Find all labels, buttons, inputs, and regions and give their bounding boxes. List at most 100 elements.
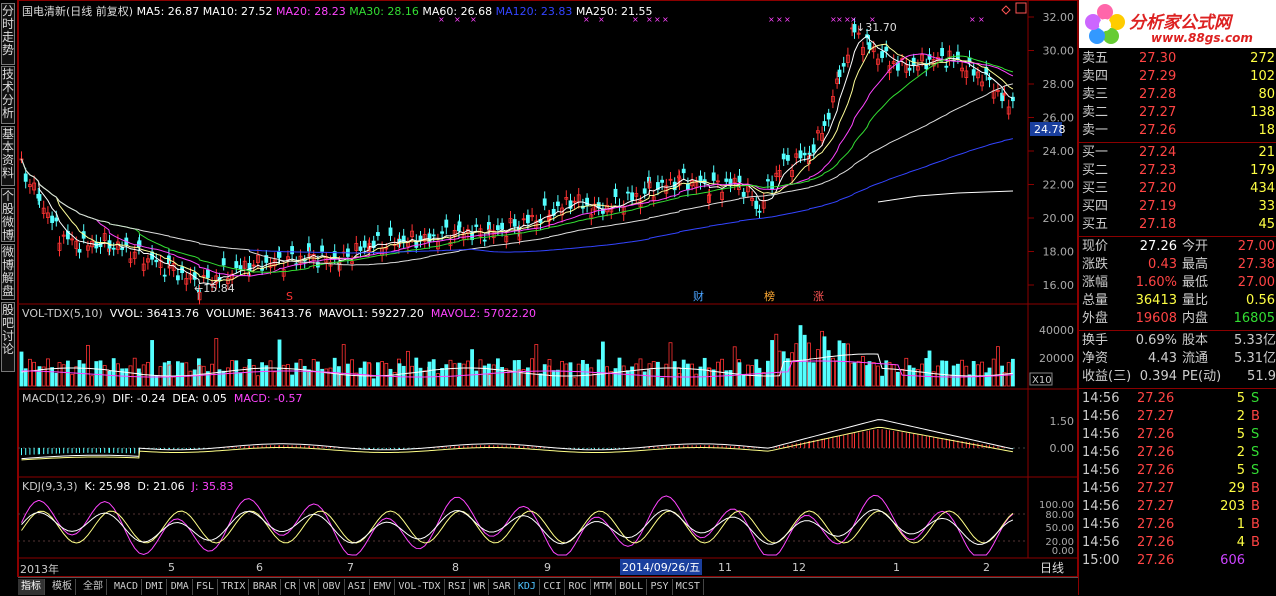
- candle-body: [867, 42, 872, 50]
- indicator-tab-vol-tdx[interactable]: VOL-TDX: [395, 579, 445, 595]
- volume-bar: [255, 375, 260, 387]
- volume-bar: [754, 359, 759, 387]
- side-tab-1[interactable]: 技术分析: [1, 66, 15, 124]
- buy-row: 买三 27.20 434: [1079, 180, 1276, 198]
- event-x-marker: ×: [776, 15, 783, 24]
- volume-bar: [656, 361, 660, 387]
- candle-body: [154, 259, 159, 263]
- volume-bar: [478, 359, 483, 387]
- buy-volume: 33: [1258, 199, 1275, 214]
- volume-bar: [32, 361, 37, 387]
- side-tab-5[interactable]: 股吧讨论: [1, 302, 15, 372]
- indicator-tab-dmi[interactable]: DMI: [142, 579, 168, 595]
- quote-value: 36413: [1135, 293, 1177, 308]
- indicator-tab-cr[interactable]: CR: [281, 579, 301, 595]
- volume-bar: [171, 376, 176, 387]
- stock-title: 国电清新(日线 前复权): [22, 5, 134, 18]
- volume-header: VOL-TDX(5,10) VVOL: 36413.76 VOLUME: 36413…: [22, 307, 543, 320]
- volume-bar: [807, 362, 812, 387]
- volume-bar: [141, 364, 146, 387]
- indicator-tab-emv[interactable]: EMV: [370, 579, 396, 595]
- volume-bar: [976, 364, 980, 387]
- volume-bar: [285, 364, 290, 387]
- indicator-tab-fsl[interactable]: FSL: [193, 579, 219, 595]
- tick-row: 14:56 27.26 1 B: [1079, 516, 1276, 534]
- side-tab-0[interactable]: 分时走势: [1, 3, 15, 65]
- macd-header-item: DEA: 0.05: [172, 392, 227, 405]
- sell-volume: 272: [1250, 51, 1275, 66]
- indicator-tab-mtm[interactable]: MTM: [591, 579, 616, 595]
- volume-bar: [298, 359, 303, 387]
- side-tab-2[interactable]: 基本资料: [1, 126, 15, 186]
- volume-bar: [556, 369, 560, 387]
- tick-price: 27.27: [1137, 481, 1175, 496]
- indicator-tab-rsi[interactable]: RSI: [445, 579, 471, 595]
- kdj-axis-label: 0.00: [1052, 546, 1074, 557]
- tick-volume: 5: [1236, 391, 1245, 406]
- indicator-tab-模板[interactable]: 模板: [49, 579, 76, 595]
- candle-body: [907, 67, 912, 71]
- vol-header-item: VOLUME: 36413.76: [206, 307, 312, 320]
- candle-body: [741, 191, 746, 197]
- candle-body: [418, 235, 423, 241]
- indicator-tab-wr[interactable]: WR: [470, 579, 490, 595]
- indicator-tab-sar[interactable]: SAR: [490, 579, 515, 595]
- event-x-marker: ×: [850, 15, 857, 24]
- indicator-tab-roc[interactable]: ROC: [566, 579, 591, 595]
- candle-body: [613, 188, 618, 197]
- stat-label: 股本: [1182, 333, 1209, 348]
- side-tab-3[interactable]: 个股微博: [1, 188, 15, 242]
- buy-label: 买二: [1082, 163, 1109, 178]
- indicator-tab-trix[interactable]: TRIX: [218, 579, 250, 595]
- side-tab-4[interactable]: 微博解盘: [1, 244, 15, 300]
- candle-body: [757, 210, 762, 213]
- volume-bar: [452, 363, 457, 387]
- ma-value-4: MA60: 26.68: [418, 5, 493, 18]
- volume-bar: [672, 361, 677, 387]
- buy-price: 27.24: [1139, 145, 1177, 160]
- indicator-tab-cci[interactable]: CCI: [540, 579, 566, 595]
- indicator-tab-mcst[interactable]: MCST: [673, 579, 704, 595]
- indicator-tab-obv[interactable]: OBV: [320, 579, 345, 595]
- volume-bar: [27, 358, 32, 387]
- volume-bar: [201, 365, 206, 387]
- candle-body: [23, 173, 28, 182]
- x-axis-label: 5: [168, 561, 175, 574]
- volume-bar: [904, 357, 909, 387]
- candle-body: [884, 46, 889, 52]
- indicator-tab-dma[interactable]: DMA: [168, 579, 193, 595]
- candle-body: [880, 51, 884, 58]
- candle-body: [205, 269, 210, 278]
- volume-bar: [427, 361, 432, 387]
- event-marker: S: [286, 290, 293, 303]
- candle-body: [711, 172, 716, 181]
- macd-header-item: MACD: -0.57: [233, 392, 303, 405]
- volume-bar: [90, 375, 94, 387]
- volume-bar: [260, 362, 265, 387]
- volume-bar: [867, 361, 872, 387]
- volume-bar: [668, 342, 673, 387]
- indicator-tab-brar[interactable]: BRAR: [250, 579, 281, 595]
- indicator-tab-psy[interactable]: PSY: [648, 579, 673, 595]
- volume-unit: X10: [1032, 375, 1052, 386]
- stat-row: 收益(三) 0.394 PE(动) 51.9: [1079, 368, 1276, 386]
- volume-bar: [214, 338, 219, 387]
- quote-row: 现价 27.26 今开 27.00: [1079, 238, 1276, 256]
- sell-row: 卖四 27.29 102: [1079, 68, 1276, 86]
- period-label[interactable]: 日线: [1040, 559, 1064, 576]
- indicator-tab-boll[interactable]: BOLL: [616, 579, 648, 595]
- indicator-tab-vr[interactable]: VR: [300, 579, 320, 595]
- volume-bar: [440, 368, 445, 387]
- buy-row: 买一 27.24 21: [1079, 144, 1276, 162]
- candle-body: [781, 153, 786, 160]
- indicator-tab-指标[interactable]: 指标: [18, 579, 45, 595]
- indicator-tab-macd[interactable]: MACD: [111, 579, 143, 595]
- sell-volume: 80: [1258, 87, 1275, 102]
- indicator-tab-kdj[interactable]: KDJ: [515, 579, 540, 595]
- event-x-marker: ×: [969, 15, 976, 24]
- indicator-tab-全部[interactable]: 全部: [80, 579, 107, 595]
- volume-bar: [354, 372, 359, 387]
- indicator-tab-asi[interactable]: ASI: [345, 579, 370, 595]
- main-chart-header: 国电清新(日线 前复权) MA5: 26.87 MA10: 27.52 MA20…: [22, 3, 653, 19]
- volume-bar: [927, 350, 932, 387]
